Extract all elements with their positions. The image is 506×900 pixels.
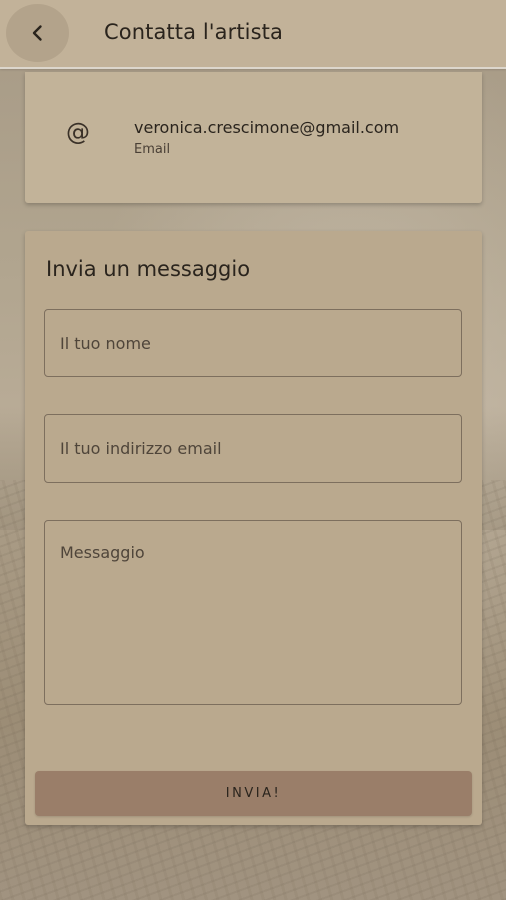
email-contact-card	[25, 72, 482, 203]
at-sign-icon: @	[66, 118, 90, 146]
page-title: Contatta l'artista	[104, 20, 283, 44]
back-button[interactable]	[6, 4, 69, 62]
send-button[interactable]: INVIA!	[35, 771, 472, 816]
message-textarea[interactable]	[44, 520, 462, 705]
form-title: Invia un messaggio	[46, 257, 251, 281]
email-input[interactable]	[44, 414, 462, 483]
contact-email-label: Email	[134, 142, 171, 157]
app-bar: Contatta l'artista	[0, 0, 506, 69]
name-input[interactable]	[44, 309, 462, 377]
chevron-left-icon	[32, 25, 42, 41]
contact-email-value[interactable]: veronica.crescimone@gmail.com	[134, 118, 399, 137]
